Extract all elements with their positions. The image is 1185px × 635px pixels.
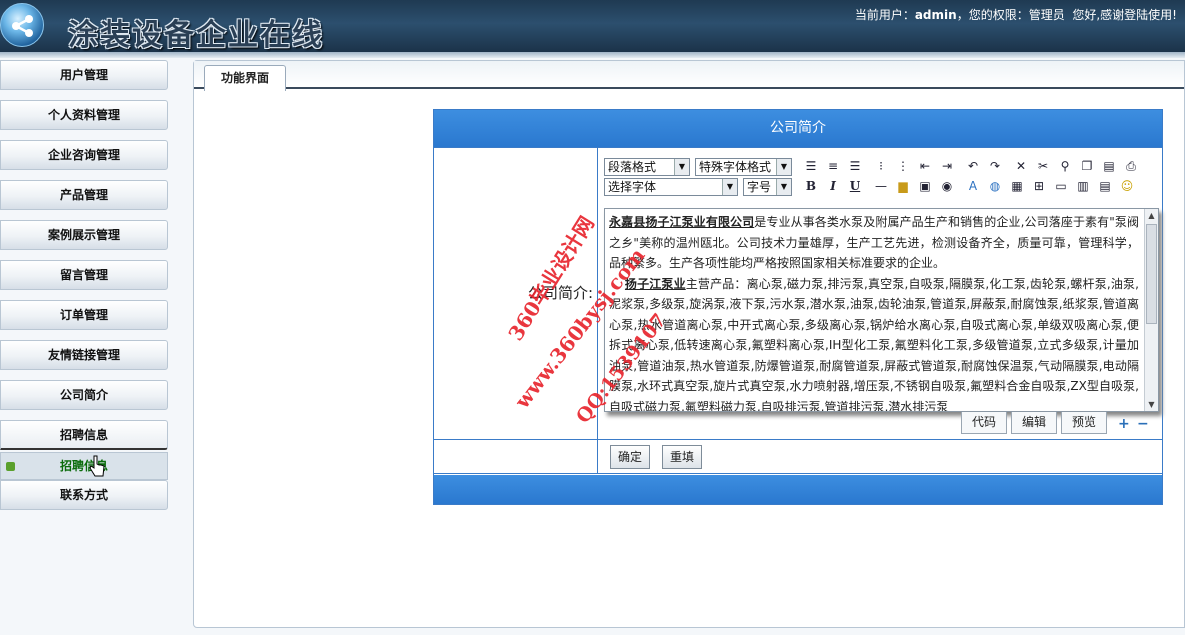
user-role: 管理员	[1028, 8, 1065, 22]
mode-code-tab[interactable]: 代码	[961, 412, 1007, 434]
top-header: 涂装设备企业在线 当前用户：admin，您的权限：管理员 您好,感谢登陆使用!	[0, 0, 1185, 53]
redo-icon[interactable]: ↷	[986, 157, 1004, 175]
table-icon[interactable]: ▦	[1008, 177, 1026, 195]
hand-cursor-icon	[89, 455, 105, 477]
special-font-select[interactable]: 特殊字体格式 ▼	[695, 158, 792, 176]
sidebar-item-case-management[interactable]: 案例展示管理	[0, 220, 168, 250]
media-icon[interactable]: ◉	[938, 177, 956, 195]
actions-label-cell	[434, 440, 598, 473]
scroll-down-icon[interactable]: ▼	[1145, 398, 1158, 411]
company-short-name: 扬子江泵业	[624, 276, 686, 291]
reset-button[interactable]: 重填	[662, 445, 702, 469]
rich-text-editor: 段落格式 ▼ 特殊字体格式 ▼ 选择字体 ▼ 字号 ▼ ☰ ≡ ☰ ⁝ ⋮ ⇤ ⇥ ↶ …	[604, 156, 1159, 434]
align-right-icon[interactable]: ☰	[846, 157, 864, 175]
find-icon[interactable]: ⚲	[1056, 157, 1074, 175]
paragraph-format-select[interactable]: 段落格式 ▼	[604, 158, 690, 176]
font-size-value: 字号	[747, 180, 772, 194]
user-name: admin	[914, 8, 957, 22]
delete-icon[interactable]: ✕	[1012, 157, 1030, 175]
numbered-list-icon[interactable]: ⋮	[894, 157, 912, 175]
greeting-text: 您好,感谢登陆使用!	[1072, 8, 1177, 22]
paragraph-format-value: 段落格式	[608, 160, 657, 174]
indent-icon[interactable]: ⇥	[938, 157, 956, 175]
bullet-icon	[6, 462, 15, 471]
folder-icon[interactable]: ▆	[894, 177, 912, 195]
sidebar-item-links-management[interactable]: 友情链接管理	[0, 340, 168, 370]
outdent-icon[interactable]: ⇤	[916, 157, 934, 175]
mode-preview-tab[interactable]: 预览	[1061, 412, 1107, 434]
mode-edit-tab[interactable]: 编辑	[1011, 412, 1057, 434]
font-select-value: 选择字体	[608, 180, 657, 194]
company-name: 永嘉县扬子江泵业有限公司	[609, 215, 755, 229]
copy-icon[interactable]: ❐	[1078, 157, 1096, 175]
font-size-select[interactable]: 字号 ▼	[743, 178, 792, 196]
header-divider	[0, 52, 1185, 58]
tab-function[interactable]: 功能界面	[204, 65, 286, 91]
italic-icon[interactable]: I	[824, 177, 842, 195]
undo-icon[interactable]: ↶	[964, 157, 982, 175]
paste-icon[interactable]: ▤	[1100, 157, 1118, 175]
site-title: 涂装设备企业在线	[68, 18, 324, 53]
print-icon[interactable]: ⎙	[1122, 157, 1140, 175]
scroll-up-icon[interactable]: ▲	[1145, 209, 1158, 222]
sidebar-item-contact[interactable]: 联系方式	[0, 480, 168, 510]
sidebar-item-recruitment[interactable]: 招聘信息	[0, 420, 168, 450]
sidebar: 用户管理 个人资料管理 企业咨询管理 产品管理 案例展示管理 留言管理 订单管理…	[0, 58, 170, 635]
scroll-thumb[interactable]	[1146, 224, 1157, 324]
sidebar-item-product-management[interactable]: 产品管理	[0, 180, 168, 210]
field-label: 公司简介:	[434, 148, 598, 439]
web-icon[interactable]: ⊞	[1030, 177, 1048, 195]
calendar-icon[interactable]: ▤	[1096, 177, 1114, 195]
share-logo-icon	[0, 3, 44, 47]
sidebar-item-company-profile[interactable]: 公司简介	[0, 380, 168, 410]
form-footer	[434, 475, 1162, 504]
zoom-in-icon[interactable]: +	[1118, 416, 1130, 432]
company-profile-form: 公司简介 公司简介: 段落格式 ▼ 特殊字体格式 ▼ 选择字体 ▼ 字号 ▼ ☰ ≡ ☰…	[433, 109, 1163, 505]
image-icon[interactable]: ▣	[916, 177, 934, 195]
cut-icon[interactable]: ✂	[1034, 157, 1052, 175]
sidebar-item-message-management[interactable]: 留言管理	[0, 260, 168, 290]
tab-bar: 功能界面	[194, 61, 1184, 91]
user-info: 当前用户：admin，您的权限：管理员 您好,感谢登陆使用!	[855, 6, 1177, 23]
chevron-down-icon: ▼	[776, 159, 791, 175]
form-heading: 公司简介	[434, 110, 1162, 147]
zoom-out-icon[interactable]: −	[1137, 416, 1149, 432]
editor-toolbar: 段落格式 ▼ 特殊字体格式 ▼ 选择字体 ▼ 字号 ▼ ☰ ≡ ☰ ⁝ ⋮ ⇤ ⇥ ↶ …	[604, 156, 1157, 206]
editor-scrollbar[interactable]: ▲ ▼	[1144, 209, 1158, 411]
horizontal-rule-icon[interactable]: —	[872, 177, 890, 195]
smiley-icon[interactable]: ☺	[1118, 177, 1136, 195]
chevron-down-icon: ▼	[776, 179, 791, 195]
bold-icon[interactable]: B	[802, 177, 820, 195]
special-font-value: 特殊字体格式	[699, 160, 772, 174]
chevron-down-icon: ▼	[674, 159, 689, 175]
editor-content-area[interactable]: 永嘉县扬子江泵业有限公司是专业从事各类水泵及附属产品生产和销售的企业,公司落座于…	[604, 208, 1159, 412]
spreadsheet-icon[interactable]: ▥	[1074, 177, 1092, 195]
sidebar-item-user-management[interactable]: 用户管理	[0, 60, 168, 90]
form-row-content: 公司简介: 段落格式 ▼ 特殊字体格式 ▼ 选择字体 ▼ 字号 ▼ ☰ ≡ ☰ ⁝ ⋮ …	[434, 147, 1162, 440]
align-left-icon[interactable]: ☰	[802, 157, 820, 175]
frame-icon[interactable]: ▭	[1052, 177, 1070, 195]
sidebar-subitem-recruitment[interactable]: 招聘信息	[0, 452, 168, 480]
role-prefix: ，您的权限：	[956, 8, 1029, 22]
confirm-button[interactable]: 确定	[610, 445, 650, 469]
bulleted-list-icon[interactable]: ⁝	[872, 157, 890, 175]
form-row-actions	[434, 440, 1162, 474]
user-prefix: 当前用户：	[854, 8, 915, 22]
product-paragraph: 主营产品：离心泵,磁力泵,排污泵,真空泵,自吸泵,隔膜泵,化工泵,齿轮泵,螺杆泵…	[609, 276, 1139, 412]
sidebar-item-order-management[interactable]: 订单管理	[0, 300, 168, 330]
chevron-down-icon: ▼	[722, 179, 737, 195]
sidebar-item-profile-management[interactable]: 个人资料管理	[0, 100, 168, 130]
align-center-icon[interactable]: ≡	[824, 157, 842, 175]
font-color-icon[interactable]: A	[964, 177, 982, 195]
web-link-icon[interactable]: ◍	[986, 177, 1004, 195]
font-select[interactable]: 选择字体 ▼	[604, 178, 738, 196]
underline-icon[interactable]: U	[846, 177, 864, 195]
sidebar-item-consulting-management[interactable]: 企业咨询管理	[0, 140, 168, 170]
editor-text: 永嘉县扬子江泵业有限公司是专业从事各类水泵及附属产品生产和销售的企业,公司落座于…	[609, 212, 1139, 412]
